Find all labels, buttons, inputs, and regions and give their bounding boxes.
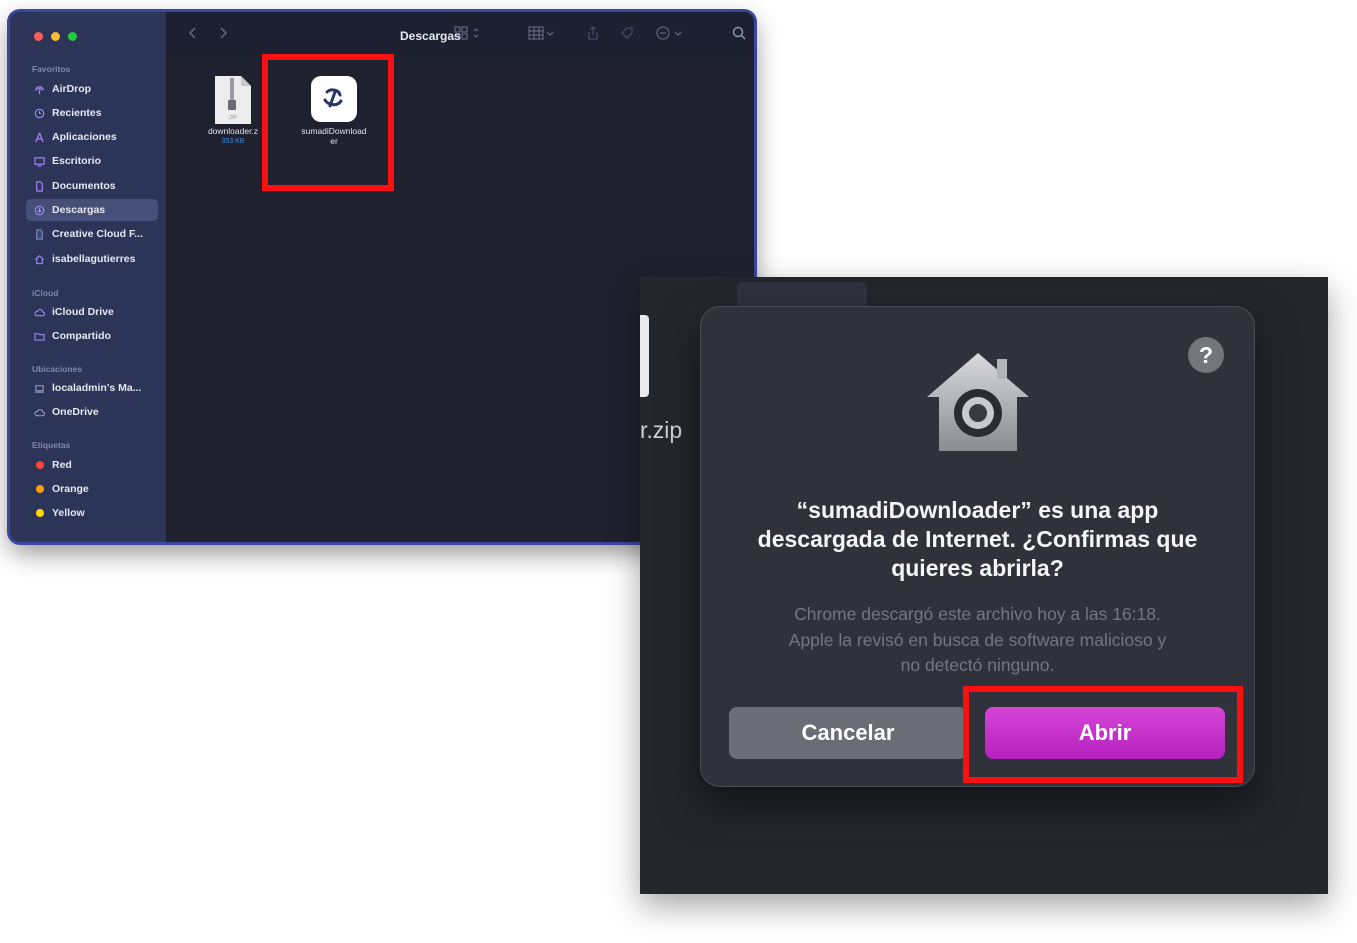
sidebar-item-label: Creative Cloud F...	[52, 228, 144, 240]
sidebar-section-favoritos: Favoritos	[32, 64, 71, 74]
sidebar-item-label: Recientes	[52, 107, 102, 119]
tag-icon[interactable]	[620, 26, 634, 40]
sidebar-item-label: OneDrive	[52, 406, 99, 418]
zoom-window-button[interactable]	[68, 32, 77, 41]
sidebar-item-label: Escritorio	[52, 155, 102, 167]
sidebar-section-ubicaciones: Ubicaciones	[32, 364, 83, 374]
zip-file-icon: ZIP	[213, 74, 253, 126]
help-button[interactable]: ?	[1188, 337, 1224, 373]
dialog-title-line3: quieres abrirla?	[891, 555, 1064, 581]
sidebar-item-creative-cloud[interactable]: Creative Cloud F...	[26, 223, 158, 245]
forward-arrow-icon[interactable]	[218, 26, 228, 40]
back-arrow-icon[interactable]	[188, 26, 198, 40]
sidebar-item-label: Compartido	[52, 330, 111, 342]
background-file-icon	[640, 315, 649, 397]
sidebar-item-descargas[interactable]: Descargas	[26, 199, 158, 221]
sidebar-item-airdrop[interactable]: AirDrop	[26, 78, 158, 100]
sidebar-item-label: Descargas	[52, 204, 106, 216]
shared-folder-icon	[34, 331, 45, 342]
sidebar-item-label: localadmin's Ma...	[52, 382, 142, 394]
clock-icon	[34, 108, 45, 119]
sidebar-item-label: AirDrop	[52, 83, 92, 95]
sidebar-tag-orange[interactable]: Orange	[26, 478, 158, 500]
applications-icon	[34, 132, 45, 143]
sidebar-item-label: isabellagutierres	[52, 253, 136, 265]
desktop-icon	[34, 156, 45, 167]
airdrop-icon	[34, 84, 45, 95]
search-icon[interactable]	[732, 26, 746, 40]
cloud-icon	[34, 307, 45, 318]
sidebar-item-home[interactable]: isabellagutierres	[26, 248, 158, 270]
sidebar-item-label: Yellow	[52, 507, 85, 519]
action-menu-icon[interactable]	[656, 26, 684, 40]
sidebar-section-etiquetas: Etiquetas	[32, 440, 71, 450]
orange-tag-dot-icon	[36, 485, 44, 493]
window-controls	[34, 32, 77, 41]
sidebar-item-label: Red	[52, 459, 72, 471]
sidebar-tag-red[interactable]: Red	[26, 454, 158, 476]
home-icon	[34, 254, 45, 265]
dialog-title: “sumadiDownloader” es una app descargada…	[725, 496, 1230, 583]
minimize-window-button[interactable]	[51, 32, 60, 41]
sidebar-tag-yellow[interactable]: Yellow	[26, 502, 158, 524]
sidebar-item-localadmin[interactable]: localadmin's Ma...	[26, 377, 158, 399]
file-name: downloader.z	[207, 126, 259, 136]
sidebar-item-label: Documentos	[52, 180, 116, 192]
sidebar-item-documentos[interactable]: Documentos	[26, 175, 158, 197]
highlight-open-button	[963, 686, 1243, 783]
dialog-message: Chrome descargó este archivo hoy a las 1…	[735, 602, 1220, 679]
sidebar: Favoritos AirDrop Recientes Aplicaciones…	[10, 12, 166, 542]
yellow-tag-dot-icon	[36, 509, 44, 517]
sidebar-item-icloud-drive[interactable]: iCloud Drive	[26, 301, 158, 323]
red-tag-dot-icon	[36, 461, 44, 469]
group-view-icon[interactable]	[528, 26, 556, 40]
dialog-title-line1: “sumadiDownloader” es una app	[796, 497, 1159, 523]
download-icon	[34, 205, 45, 216]
document-icon	[34, 180, 45, 192]
sidebar-item-label: Orange	[52, 483, 89, 495]
svg-text:ZIP: ZIP	[229, 115, 237, 121]
sidebar-item-label: iCloud Drive	[52, 306, 114, 318]
highlight-app-file	[262, 54, 394, 191]
sidebar-item-label: Aplicaciones	[52, 131, 117, 143]
cloud-icon	[34, 407, 45, 418]
dialog-message-line3: no detectó ninguno.	[900, 655, 1055, 675]
laptop-icon	[34, 383, 45, 394]
close-window-button[interactable]	[34, 32, 43, 41]
file-size: 353 KB	[221, 138, 245, 145]
sidebar-item-escritorio[interactable]: Escritorio	[26, 150, 158, 172]
sidebar-item-onedrive[interactable]: OneDrive	[26, 401, 158, 423]
document-icon	[34, 228, 45, 240]
gatekeeper-icon	[923, 351, 1033, 455]
sidebar-item-recientes[interactable]: Recientes	[26, 102, 158, 124]
cancel-button[interactable]: Cancelar	[729, 707, 967, 759]
background-filename: r.zip	[640, 417, 683, 443]
window-title: Descargas	[400, 29, 461, 43]
sidebar-item-aplicaciones[interactable]: Aplicaciones	[26, 126, 158, 148]
dialog-message-line2: Apple la revisó en busca de software mal…	[788, 629, 1167, 650]
file-downloader-zip[interactable]: ZIP downloader.z 353 KB	[194, 74, 272, 145]
finder-toolbar: Descargas	[166, 12, 754, 58]
sidebar-item-compartido[interactable]: Compartido	[26, 325, 158, 347]
share-icon[interactable]	[586, 26, 600, 40]
dialog-message-line1: Chrome descargó este archivo hoy a las 1…	[794, 604, 1161, 624]
dialog-title-line2: descargada de Internet. ¿Confirmas que	[757, 526, 1198, 552]
sidebar-section-icloud: iCloud	[32, 288, 59, 298]
